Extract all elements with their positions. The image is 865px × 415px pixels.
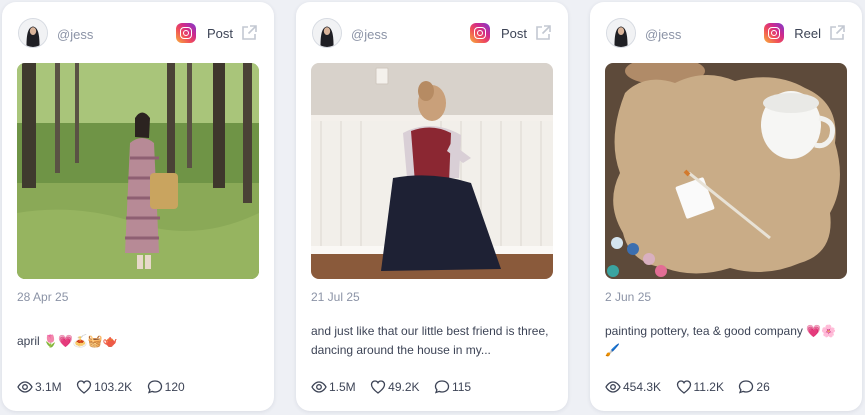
instagram-icon [470, 23, 490, 43]
engagement-stats: 1.5M 49.2K 115 [311, 378, 481, 396]
post-thumbnail[interactable] [17, 63, 259, 279]
avatar[interactable] [312, 18, 342, 48]
comment-icon [434, 380, 450, 394]
post-caption: and just like that our little best frien… [311, 324, 549, 357]
card-header: @jess Post [18, 18, 258, 50]
post-date: 21 Jul 25 [311, 290, 360, 304]
post-card[interactable]: @jess Post 28 Apr 25 april 🌷� [2, 2, 274, 411]
likes-stat: 11.2K [676, 378, 724, 396]
heart-icon [676, 380, 691, 394]
engagement-stats: 454.3K 11.2K 26 [605, 378, 780, 396]
likes-stat: 103.2K [76, 378, 132, 396]
views-count: 1.5M [329, 379, 356, 394]
post-type-label: Post [206, 26, 233, 41]
avatar[interactable] [18, 18, 48, 48]
post-type-label: Post [500, 26, 527, 41]
external-link-icon[interactable] [828, 24, 846, 42]
card-header: @jess Post [312, 18, 552, 50]
post-card[interactable]: @jess Reel 2 Jun 25 painting pottery, te… [590, 2, 862, 411]
heart-icon [370, 380, 386, 394]
comments-count: 120 [164, 379, 185, 394]
post-caption: painting pottery, tea & good company 💗🌸🖌… [605, 324, 837, 357]
post-date: 2 Jun 25 [605, 290, 652, 304]
post-thumbnail[interactable] [605, 63, 847, 279]
likes-count: 49.2K [388, 379, 420, 394]
account-handle[interactable]: @jess [351, 27, 387, 42]
likes-count: 11.2K [693, 379, 724, 394]
post-caption: april 🌷💗🍝🧺🫖 [17, 334, 118, 348]
likes-stat: 49.2K [370, 378, 420, 396]
account-handle[interactable]: @jess [57, 27, 93, 42]
likes-count: 103.2K [94, 379, 133, 394]
comment-icon [739, 380, 754, 394]
views-stat: 1.5M [311, 378, 356, 396]
post-date: 28 Apr 25 [17, 290, 69, 304]
views-count: 454.3K [623, 379, 662, 394]
post-thumbnail[interactable] [311, 63, 553, 279]
instagram-icon [764, 23, 784, 43]
comments-count: 26 [756, 379, 770, 394]
post-type-label: Reel [794, 26, 821, 41]
comments-stat: 115 [434, 378, 471, 396]
comment-icon [147, 380, 162, 394]
eye-icon [17, 381, 33, 393]
views-count: 3.1M [35, 379, 62, 394]
comments-stat: 26 [738, 378, 770, 396]
eye-icon [605, 381, 621, 393]
card-header: @jess Reel [606, 18, 846, 50]
external-link-icon[interactable] [534, 24, 552, 42]
views-stat: 454.3K [605, 378, 661, 396]
engagement-stats: 3.1M 103.2K 120 [17, 378, 195, 396]
post-card[interactable]: @jess Post 21 Jul 25 and just like that … [296, 2, 568, 411]
instagram-icon [176, 23, 196, 43]
heart-icon [76, 380, 92, 394]
account-handle[interactable]: @jess [645, 27, 681, 42]
views-stat: 3.1M [17, 378, 62, 396]
comments-stat: 120 [147, 378, 185, 396]
avatar[interactable] [606, 18, 636, 48]
external-link-icon[interactable] [240, 24, 258, 42]
comments-count: 115 [451, 379, 472, 394]
eye-icon [311, 381, 327, 393]
